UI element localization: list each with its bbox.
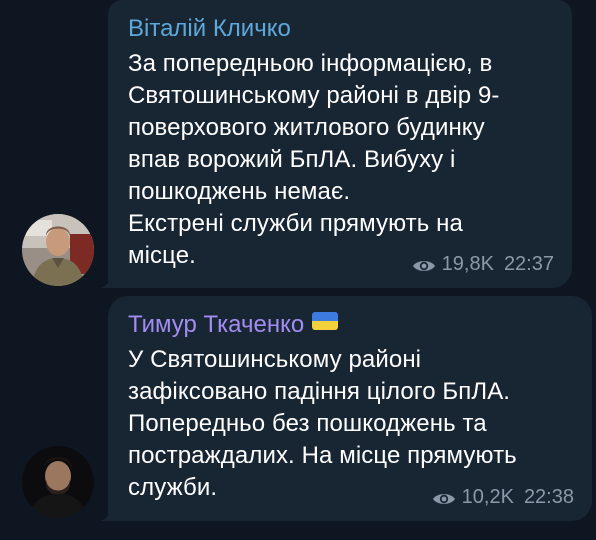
message-line: Екстрені служби прямують на <box>128 210 463 237</box>
message-bubble-2[interactable]: Тимур Ткаченко У Святошинському районі з… <box>108 296 592 521</box>
ukraine-flag-icon <box>312 312 339 330</box>
message-time: 22:38 <box>523 486 574 508</box>
message-line: поверхового житлового будинку <box>128 114 485 141</box>
avatar[interactable] <box>22 214 94 286</box>
message-time: 22:37 <box>503 253 554 275</box>
sender-name[interactable]: Віталій Кличко <box>128 14 552 44</box>
message-line: У Святошинському районі <box>128 346 422 373</box>
message-line: постраждалих. На місце прямують <box>128 442 517 469</box>
message-line: Святошинському районі в двір 9- <box>128 82 500 109</box>
sender-name-text: Тимур Ткаченко <box>128 311 305 338</box>
sender-name[interactable]: Тимур Ткаченко <box>128 310 572 340</box>
message-meta: 19,8K 22:37 <box>412 252 554 276</box>
message-line: За попередньою інформацією, в <box>128 50 493 77</box>
message-text: За попередньою інформацією, в Святошинсь… <box>128 48 552 272</box>
eye-icon <box>432 489 456 505</box>
bubble-tail <box>100 507 114 521</box>
bubble-tail <box>100 274 114 288</box>
message-line: пошкоджень немає. <box>128 178 351 205</box>
message-line: впав ворожий БпЛА. Вибуху і <box>128 146 456 173</box>
avatar[interactable] <box>22 446 94 518</box>
view-count: 10,2K <box>461 486 514 508</box>
eye-icon <box>412 256 436 272</box>
message-bubble-1[interactable]: Віталій Кличко За попередньою інформаціє… <box>108 0 572 288</box>
message-line: Попередньо без пошкоджень та <box>128 410 487 437</box>
message-line: зафіксовано падіння цілого БпЛА. <box>128 378 511 405</box>
message-text: У Святошинському районі зафіксовано паді… <box>128 344 572 504</box>
view-count: 19,8K <box>441 253 494 275</box>
message-meta: 10,2K 22:38 <box>432 485 574 509</box>
